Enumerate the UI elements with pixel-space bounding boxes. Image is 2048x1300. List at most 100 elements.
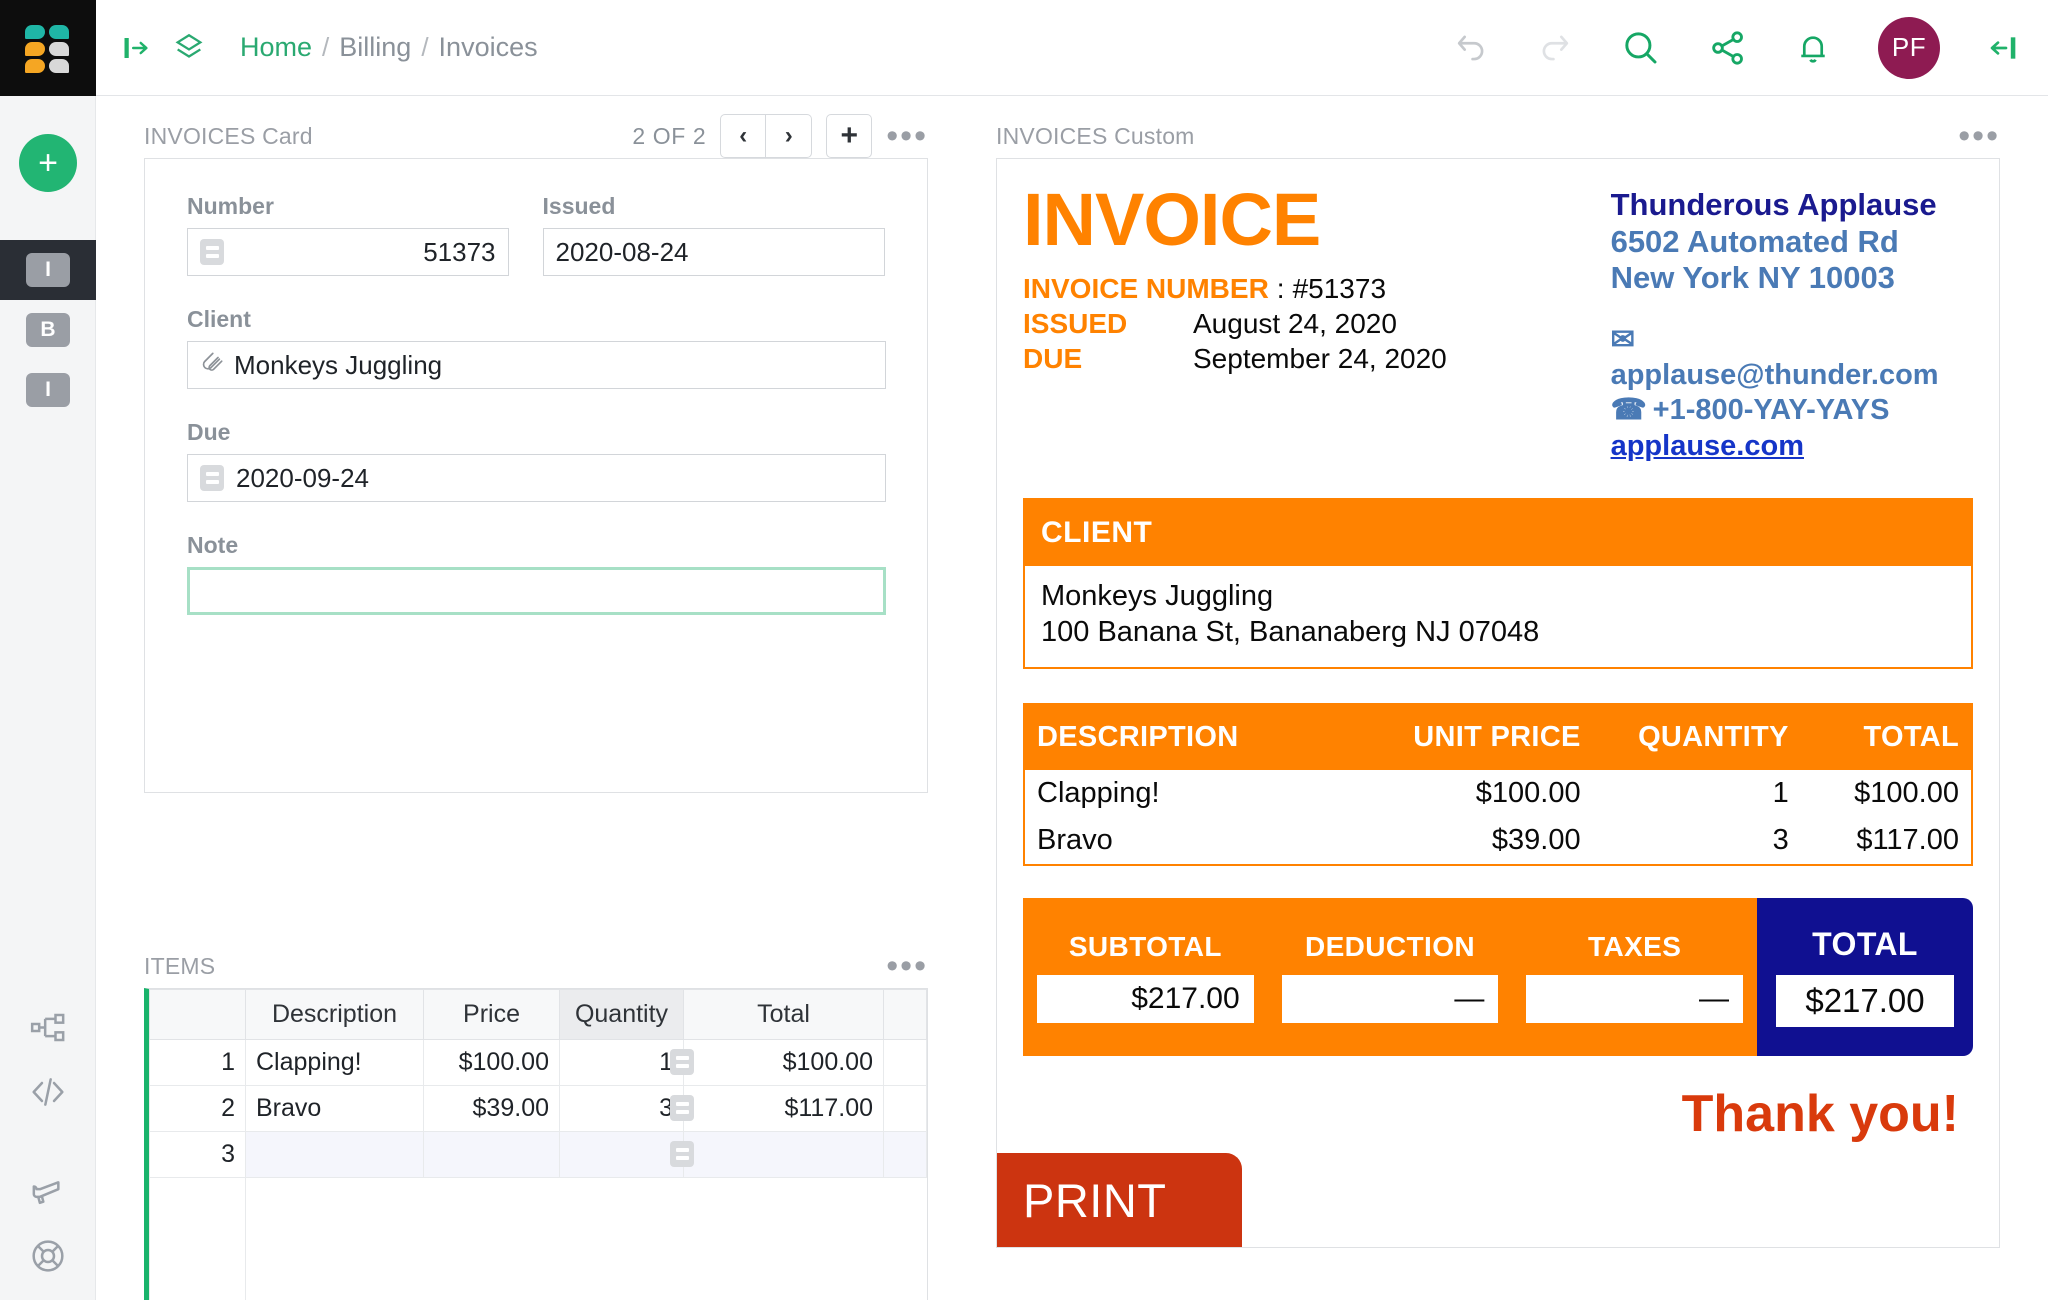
cell-spacer — [883, 1131, 927, 1178]
col-rownum[interactable] — [149, 989, 246, 1040]
formula-icon — [200, 239, 224, 265]
cell-total[interactable]: $117.00 — [670, 1085, 884, 1132]
company-website-link[interactable]: applause.com — [1611, 429, 1973, 464]
record-nav-group: ‹ › — [720, 114, 813, 158]
filler-rownum — [149, 1177, 246, 1300]
table-row[interactable]: 3 — [149, 1131, 927, 1178]
issued-input[interactable]: 2020-08-24 — [542, 228, 885, 276]
company-name: Thunderous Applause — [1610, 187, 1937, 222]
top-bar-right: PF — [1452, 16, 2048, 79]
invoice-number-sep: : — [1276, 273, 1285, 304]
col-description[interactable]: Description — [245, 989, 424, 1040]
panel-collapse-icon[interactable] — [1986, 32, 2018, 64]
redo-icon[interactable] — [1536, 29, 1574, 67]
app-root: Home / Billing / Invoices PF + I B I INV… — [0, 0, 2048, 1300]
cell-quantity[interactable]: 1 — [559, 1039, 684, 1086]
taxes-cell: TAXES — — [1512, 898, 1757, 1056]
client-input[interactable]: Monkeys Juggling — [187, 341, 886, 389]
prev-record-button[interactable]: ‹ — [720, 114, 767, 158]
breadcrumb-home[interactable]: Home — [240, 32, 312, 63]
breadcrumb-billing[interactable]: Billing — [339, 32, 411, 63]
table-row[interactable]: 1 Clapping! $100.00 1 $100.00 — [149, 1039, 927, 1086]
avatar[interactable]: PF — [1878, 16, 1940, 79]
code-icon[interactable] — [0, 1072, 96, 1112]
print-button[interactable]: PRINT — [997, 1153, 1242, 1247]
cell-description[interactable] — [245, 1131, 424, 1178]
card-panel-menu-icon[interactable]: ••• — [886, 119, 928, 153]
field-label-due: Due — [187, 419, 231, 445]
undo-icon[interactable] — [1452, 29, 1490, 67]
col-quantity[interactable]: Quantity — [559, 989, 684, 1040]
megaphone-icon[interactable] — [0, 1172, 96, 1212]
cell-total[interactable] — [670, 1131, 884, 1178]
col-total[interactable]: Total — [683, 989, 884, 1040]
next-record-button[interactable]: › — [766, 114, 813, 158]
items-panel: ITEMS ••• Description Price Quantity Tot… — [144, 944, 928, 1300]
items-panel-menu-icon[interactable]: ••• — [886, 949, 928, 983]
due-value: 2020-09-24 — [236, 462, 369, 493]
cell-spacer — [883, 1085, 927, 1132]
panel-expand-icon[interactable] — [122, 33, 152, 63]
create-button[interactable]: + — [19, 134, 77, 192]
cell-total-value: $100.00 — [782, 1048, 873, 1076]
cell-quantity[interactable]: 3 — [559, 1085, 684, 1132]
top-bar: Home / Billing / Invoices PF — [0, 0, 2048, 96]
deduction-value: — — [1281, 974, 1499, 1023]
layers-icon[interactable] — [172, 31, 206, 65]
field-issued: Issued 2020-08-24 — [542, 193, 885, 276]
subtotal-value: $217.00 — [1037, 974, 1254, 1023]
table-row[interactable]: 2 Bravo $39.00 3 $117.00 — [149, 1085, 927, 1132]
cell-spacer — [883, 1039, 927, 1086]
field-due: Due 2020-09-24 — [187, 419, 886, 502]
breadcrumb-separator: / — [322, 32, 330, 62]
sidebar-item-invoices[interactable]: I — [0, 240, 96, 300]
number-input[interactable]: 51373 — [187, 228, 509, 276]
add-record-button[interactable]: + — [826, 114, 873, 158]
invoice-issued-label: ISSUED — [1023, 308, 1128, 339]
company-phone: +1-800-YAY-YAYS — [1652, 394, 1890, 427]
sidebar-item-billing[interactable]: B — [0, 300, 96, 360]
bell-icon[interactable] — [1794, 29, 1832, 67]
col-price[interactable]: Price — [423, 989, 560, 1040]
invoices-card-body: Number 51373 Issued 2020-08-24 Client Mo… — [144, 158, 928, 793]
cell-description[interactable]: Clapping! — [245, 1039, 424, 1086]
lifebuoy-icon[interactable] — [0, 1236, 96, 1276]
sidebar-badge-items: I — [26, 373, 70, 407]
cell-price[interactable] — [423, 1131, 560, 1178]
note-input[interactable] — [187, 567, 886, 615]
print-button-label: PRINT — [1023, 1173, 1167, 1227]
app-logo[interactable] — [0, 0, 96, 96]
search-icon[interactable] — [1620, 27, 1662, 69]
cell-quantity-selected[interactable] — [559, 1131, 684, 1178]
company-email-line: ✉ applause@thunder.com — [1611, 323, 1973, 394]
company-phone-line: ☎ +1-800-YAY-YAYS — [1611, 393, 1973, 428]
breadcrumb-invoices[interactable]: Invoices — [439, 32, 538, 63]
line-col-quantity: QUANTITY — [1592, 704, 1801, 770]
line-col-total: TOTAL — [1800, 704, 1971, 770]
cell-rownum: 1 — [149, 1039, 246, 1086]
cell-price[interactable]: $39.00 — [423, 1085, 560, 1132]
col-add[interactable] — [883, 989, 927, 1040]
schema-icon[interactable] — [0, 1008, 96, 1048]
line-items-block: DESCRIPTION UNIT PRICE QUANTITY TOTAL Cl… — [1023, 702, 1973, 866]
cell-rownum: 3 — [149, 1131, 246, 1178]
invoice-meta: INVOICE NUMBER : #51373 ISSUED August 24… — [1023, 271, 1611, 376]
sidebar-item-items[interactable]: I — [0, 360, 96, 420]
cell-price[interactable]: $100.00 — [423, 1039, 560, 1086]
sidebar-badge-billing: B — [26, 313, 70, 347]
invoice-panel-menu-icon[interactable]: ••• — [1958, 119, 2000, 153]
subtotal-label: SUBTOTAL — [1068, 930, 1222, 962]
field-label-note: Note — [187, 532, 239, 558]
cell-description[interactable]: Bravo — [245, 1085, 424, 1132]
create-button-label: + — [38, 143, 58, 182]
items-panel-header: ITEMS ••• — [144, 944, 928, 988]
invoice-number-line: INVOICE NUMBER : #51373 — [1023, 271, 1611, 306]
company-street: 6502 Automated Rd — [1610, 223, 1899, 259]
cell-total[interactable]: $100.00 — [670, 1039, 884, 1086]
items-table-header-row: Description Price Quantity Total — [149, 989, 927, 1040]
logo-grid-icon — [25, 24, 71, 73]
line-unit-price: $100.00 — [1365, 769, 1593, 817]
due-input[interactable]: 2020-09-24 — [187, 454, 886, 502]
share-icon[interactable] — [1708, 28, 1748, 68]
panel-title-invoices-card: INVOICES Card — [144, 122, 313, 149]
